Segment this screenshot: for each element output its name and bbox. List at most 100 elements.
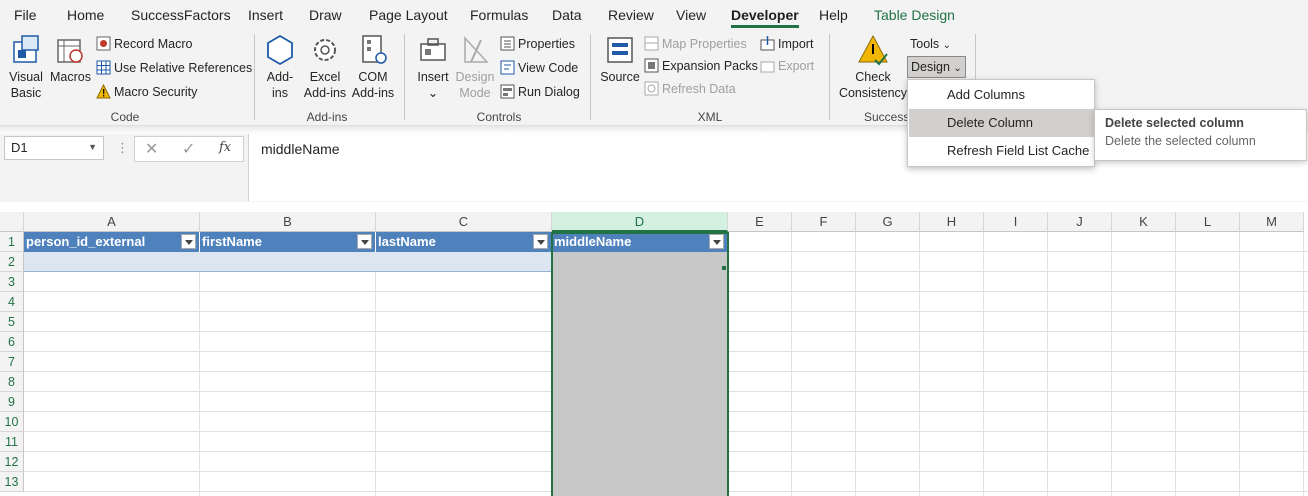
row-header-9[interactable]: 9 <box>0 392 24 412</box>
row-header-13[interactable]: 13 <box>0 472 24 492</box>
column-header-a[interactable]: A <box>24 212 200 232</box>
column-header-m[interactable]: M <box>1240 212 1304 232</box>
refresh-data-button[interactable]: Refresh Data <box>644 79 736 99</box>
row-header-5[interactable]: 5 <box>0 312 24 332</box>
tab-review[interactable]: Review <box>608 7 654 23</box>
record-macro-button[interactable]: Record Macro <box>96 34 193 54</box>
enter-check-icon[interactable]: ✓ <box>182 139 195 159</box>
select-all-corner[interactable] <box>0 212 24 232</box>
row-header-6[interactable]: 6 <box>0 332 24 352</box>
tooltip: Delete selected column Delete the select… <box>1094 109 1307 161</box>
tab-page-layout[interactable]: Page Layout <box>369 7 448 23</box>
row-header-12[interactable]: 12 <box>0 452 24 472</box>
column-header-c[interactable]: C <box>376 212 552 232</box>
column-header-i[interactable]: I <box>984 212 1048 232</box>
delete-column-item[interactable]: Delete Column <box>909 109 1095 137</box>
excel-add-ins-button[interactable]: Excel Add-ins <box>302 34 348 101</box>
row-header-7[interactable]: 7 <box>0 352 24 372</box>
expansion-packs-label: Expansion Packs <box>662 59 758 73</box>
column-header-l[interactable]: L <box>1176 212 1240 232</box>
source-button[interactable]: Source <box>600 34 640 85</box>
more-icon[interactable]: ⋮ <box>116 140 129 156</box>
column-header-e[interactable]: E <box>728 212 792 232</box>
column-header-b[interactable]: B <box>200 212 376 232</box>
tab-successfactors[interactable]: SuccessFactors <box>131 7 231 23</box>
tab-formulas[interactable]: Formulas <box>470 7 528 23</box>
tab-help[interactable]: Help <box>819 7 848 23</box>
design-mode-button[interactable]: Design Mode <box>454 34 496 101</box>
filter-dropdown-icon[interactable] <box>533 234 548 249</box>
import-button[interactable]: Import <box>760 34 813 54</box>
table-header-cell[interactable]: lastName <box>376 232 552 252</box>
column-header-g[interactable]: G <box>856 212 920 232</box>
view-code-button[interactable]: View Code <box>500 58 578 78</box>
tools-dropdown[interactable]: Tools ⌄ <box>910 34 951 54</box>
add-ins-label-2: ins <box>272 86 288 100</box>
add-columns-item[interactable]: Add Columns <box>909 81 1095 109</box>
source-icon <box>607 37 633 63</box>
separator <box>254 34 255 120</box>
column-header-j[interactable]: J <box>1048 212 1112 232</box>
table-header-cell[interactable]: middleName <box>552 232 728 252</box>
com-add-ins-label-2: Add-ins <box>351 86 395 100</box>
row-header-3[interactable]: 3 <box>0 272 24 292</box>
worksheet-grid[interactable]: ABCDEFGHIJKLM 1 2 3 4 5 6 7 8 9 10 11 12 13 person_i… <box>0 212 1308 496</box>
refresh-field-list-cache-item[interactable]: Refresh Field List Cache <box>909 137 1095 165</box>
view-code-icon <box>500 60 515 75</box>
properties-button[interactable]: Properties <box>500 34 575 54</box>
import-label: Import <box>778 37 814 51</box>
column-header-k[interactable]: K <box>1112 212 1176 232</box>
controls-group-label: Controls <box>476 110 522 124</box>
macro-security-button[interactable]: Macro Security <box>96 82 197 102</box>
row-header-4[interactable]: 4 <box>0 292 24 312</box>
column-header-h[interactable]: H <box>920 212 984 232</box>
expansion-packs-button[interactable]: Expansion Packs <box>644 56 758 76</box>
gridline <box>919 232 920 496</box>
row-header-8[interactable]: 8 <box>0 372 24 392</box>
tab-table-design[interactable]: Table Design <box>874 7 955 23</box>
table-resize-handle[interactable] <box>722 266 726 270</box>
map-properties-button[interactable]: Map Properties <box>644 34 747 54</box>
gridline <box>855 232 856 496</box>
row-header-1[interactable]: 1 <box>0 232 24 252</box>
filter-dropdown-icon[interactable] <box>709 234 724 249</box>
run-dialog-button[interactable]: Run Dialog <box>500 82 580 102</box>
add-ins-group-label: Add-ins <box>306 110 348 124</box>
insert-control-button[interactable]: Insert ⌄ <box>414 34 452 101</box>
export-button[interactable]: Export <box>760 56 814 76</box>
com-add-ins-button[interactable]: COM Add-ins <box>350 34 396 101</box>
filter-dropdown-icon[interactable] <box>357 234 372 249</box>
design-dropdown[interactable]: Design ⌄ <box>907 56 966 78</box>
tab-developer[interactable]: Developer <box>731 7 799 28</box>
source-label: Source <box>600 70 640 84</box>
macros-button[interactable]: Macros <box>50 34 91 85</box>
use-relative-references-button[interactable]: Use Relative References <box>96 58 252 78</box>
table-header-cell[interactable]: person_id_external <box>24 232 200 252</box>
column-header-f[interactable]: F <box>792 212 856 232</box>
tab-insert[interactable]: Insert <box>248 7 283 23</box>
fx-icon[interactable]: fx <box>219 140 231 155</box>
row-header-11[interactable]: 11 <box>0 432 24 452</box>
row-header-2[interactable]: 2 <box>0 252 24 272</box>
table-row[interactable] <box>24 252 552 272</box>
column-header-d[interactable]: D <box>552 212 728 232</box>
tab-data[interactable]: Data <box>552 7 582 23</box>
add-ins-button[interactable]: Add- ins <box>262 34 298 101</box>
gridline <box>791 232 792 496</box>
tab-home[interactable]: Home <box>67 7 104 23</box>
import-icon <box>760 36 775 51</box>
row-header-10[interactable]: 10 <box>0 412 24 432</box>
separator <box>590 34 591 120</box>
tab-file[interactable]: File <box>14 7 37 23</box>
selected-column[interactable] <box>552 252 728 496</box>
check-consistency-button[interactable]: Check Consistency <box>838 34 908 101</box>
table-header-cell[interactable]: firstName <box>200 232 376 252</box>
tab-view[interactable]: View <box>676 7 706 23</box>
chevron-down-icon: ⌄ <box>942 40 952 51</box>
name-box[interactable]: D1 ▼ <box>4 136 104 160</box>
filter-dropdown-icon[interactable] <box>181 234 196 249</box>
visual-basic-button[interactable]: Visual Basic <box>6 34 46 101</box>
cancel-icon[interactable]: ✕ <box>145 139 158 159</box>
tab-draw[interactable]: Draw <box>309 7 342 23</box>
formula-content: middleName <box>261 141 340 157</box>
